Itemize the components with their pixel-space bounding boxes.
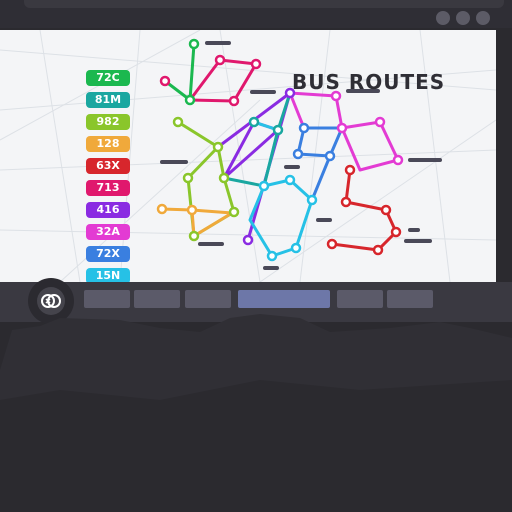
map-canvas xyxy=(0,30,496,282)
legend-item-982[interactable]: 982 xyxy=(86,114,130,130)
app-window: BUS ROUTES 72C 81M 982 128 63X 713 416 3… xyxy=(0,0,512,512)
legend-item-128[interactable]: 128 xyxy=(86,136,130,152)
map-title: BUS ROUTES xyxy=(292,70,446,94)
top-bar-notch xyxy=(24,0,504,8)
toolbar-tab-5[interactable] xyxy=(337,290,383,308)
route-line-416a xyxy=(222,120,280,180)
legend-item-81m[interactable]: 81M xyxy=(86,92,130,108)
toolbar-tab-3[interactable] xyxy=(185,290,231,308)
toolbar-tab-2[interactable] xyxy=(134,290,180,308)
legend-item-32a[interactable]: 32A xyxy=(86,224,130,240)
window-button-1[interactable] xyxy=(436,11,450,25)
legend-item-72x[interactable]: 72X xyxy=(86,246,130,262)
toolbar-tab-1[interactable] xyxy=(84,290,130,308)
legend-item-416[interactable]: 416 xyxy=(86,202,130,218)
legend-item-713[interactable]: 713 xyxy=(86,180,130,196)
route-line-72c xyxy=(164,43,196,102)
skyline-silhouette xyxy=(0,314,512,512)
legend-item-63x[interactable]: 63X xyxy=(86,158,130,174)
toolbar-tab-4-active[interactable] xyxy=(238,290,330,308)
window-button-3[interactable] xyxy=(476,11,490,25)
window-button-2[interactable] xyxy=(456,11,470,25)
route-line-81m xyxy=(223,92,292,188)
route-legend: 72C 81M 982 128 63X 713 416 32A 72X 15N xyxy=(86,70,130,282)
legend-item-15n[interactable]: 15N xyxy=(86,268,130,282)
window-top-bar xyxy=(0,0,512,28)
legend-item-72c[interactable]: 72C xyxy=(86,70,130,86)
toolbar-tab-6[interactable] xyxy=(387,290,433,308)
map-screen: BUS ROUTES 72C 81M 982 128 63X 713 416 3… xyxy=(0,30,496,282)
